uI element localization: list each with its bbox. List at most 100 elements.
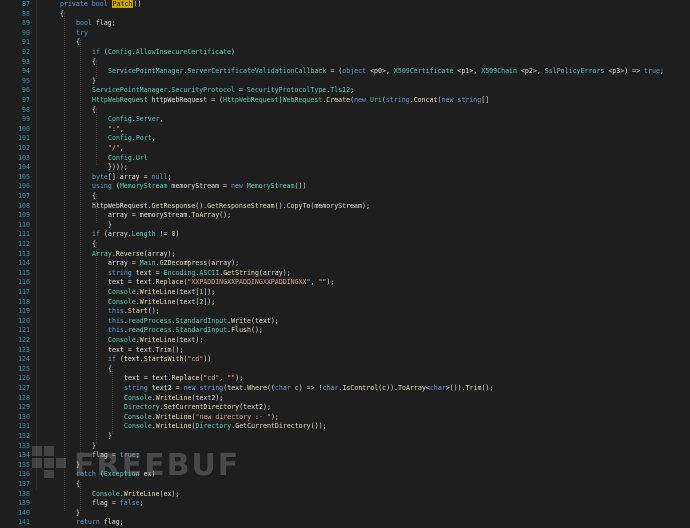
code-token: = ( xyxy=(326,67,343,76)
line-number: 135 xyxy=(18,460,30,469)
code-token: SecurityProtocolType xyxy=(246,86,327,95)
code-token: Console xyxy=(124,422,152,431)
code-line: 134 flag = true; xyxy=(0,451,690,461)
code-line: 90 try xyxy=(0,29,690,39)
code-token: text = text. xyxy=(108,278,156,287)
code-token: readProcess xyxy=(127,316,172,325)
code-token: return xyxy=(76,518,104,527)
code-token: HttpWebRequest xyxy=(223,96,279,104)
code-token: Config xyxy=(108,115,132,124)
code-text: string text2 = new string(text.Where((ch… xyxy=(124,384,493,394)
line-number: 139 xyxy=(18,499,30,508)
code-token: Exception xyxy=(103,470,144,479)
code-token: ServicePointManager xyxy=(92,86,168,95)
code-token: (); xyxy=(171,345,184,354)
code-token: (memoryStream); xyxy=(310,201,370,210)
line-number: 130 xyxy=(18,412,30,421)
code-token: Tls12 xyxy=(330,86,351,95)
code-line: 106 using (MemoryStream memoryStream = ne… xyxy=(0,182,690,192)
code-token: Flush xyxy=(231,326,251,335)
code-token: flag; xyxy=(103,518,124,527)
code-token: Main xyxy=(139,259,156,268)
indent-guide xyxy=(96,242,97,444)
code-line: 108 httpWebRequest.GetResponse().GetRespo… xyxy=(0,202,690,212)
code-token: WriteLine xyxy=(155,412,192,421)
code-token: WriteLine xyxy=(139,336,176,344)
code-token: string xyxy=(385,96,410,104)
code-token: SecurityProtocol xyxy=(171,86,235,95)
code-token: Url xyxy=(135,153,148,162)
line-number: 114 xyxy=(18,259,30,268)
code-text: Console.WriteLine(ex); xyxy=(92,490,179,500)
line-number: 127 xyxy=(18,384,30,392)
code-token: ; xyxy=(350,86,355,95)
code-token: GetResponseStream xyxy=(207,201,275,210)
code-token: object xyxy=(342,67,371,76)
code-line: 138 Console.WriteLine(ex); xyxy=(0,490,690,500)
code-token: Console xyxy=(108,297,136,306)
code-text: byte[] array = null; xyxy=(92,173,171,183)
line-number: 110 xyxy=(18,220,30,229)
code-token: Console xyxy=(124,393,152,402)
line-number: 141 xyxy=(18,518,30,527)
highlighted-token: Patch xyxy=(111,0,134,8)
code-editor[interactable]: 87 private bool Patch() 88{89 bool flag; 90 t… xyxy=(0,0,690,526)
code-token: HttpWebRequest xyxy=(92,96,152,104)
line-number: 140 xyxy=(18,508,30,517)
code-token: (array); xyxy=(258,268,291,277)
code-text: if (text.StartsWith("cd")) xyxy=(108,355,211,365)
code-line: 94 ServicePointManager.ServerCertificateV… xyxy=(0,67,690,77)
line-number: 122 xyxy=(18,336,30,344)
code-token: != xyxy=(155,230,172,239)
code-line: 141 return flag; xyxy=(0,518,690,528)
code-line: 105 byte[] array = null; xyxy=(0,173,690,183)
line-number: 131 xyxy=(18,422,30,431)
code-line: 88{ xyxy=(0,10,690,20)
code-token: SetCurrentDirectory xyxy=(163,403,240,412)
code-line: 102 "/", xyxy=(0,144,690,154)
code-line: 104}))); xyxy=(0,163,690,173)
code-token: ServerCertificateValidationCallback xyxy=(187,67,327,76)
line-number: 137 xyxy=(18,480,30,488)
line-number: 98 xyxy=(22,105,30,114)
code-token: "XXPADDINGXXPADDINGXXPADDINGXX" xyxy=(187,278,311,287)
code-token: Config xyxy=(107,48,132,56)
line-number: 119 xyxy=(18,307,30,316)
line-number: 91 xyxy=(22,38,30,47)
code-line: 92 if (Config.AllowInsecureCertificate) xyxy=(0,48,690,58)
code-token: Array xyxy=(92,249,112,258)
code-token: (); xyxy=(481,384,494,392)
code-token: byte xyxy=(92,172,108,181)
code-token: , xyxy=(119,144,124,152)
code-token: text = xyxy=(135,268,164,277)
code-text: text = text.Replace("XXPADDINGXXPADDINGX… xyxy=(108,278,334,288)
code-token: new xyxy=(230,182,247,191)
line-number: 89 xyxy=(22,19,30,28)
code-line: 117 Console.WriteLine(text[1]); xyxy=(0,288,690,298)
line-number: 133 xyxy=(18,441,30,450)
code-token: , xyxy=(159,115,164,124)
code-token: ()) xyxy=(294,182,307,191)
code-token: Uri xyxy=(369,96,382,104)
line-number: 116 xyxy=(18,278,30,287)
code-token: (text. xyxy=(119,355,144,364)
code-token: flag; xyxy=(95,19,116,28)
code-token: (text2); xyxy=(239,403,271,412)
code-token: array = xyxy=(108,259,140,268)
code-token: GZDecompress xyxy=(159,259,208,268)
code-line: 96 ServicePointManager.SecurityProtocol =… xyxy=(0,86,690,96)
code-token: if xyxy=(92,230,104,239)
code-token: ); xyxy=(326,278,335,287)
code-token: char xyxy=(322,384,339,392)
code-token: [] xyxy=(481,96,490,104)
line-number: 123 xyxy=(18,345,30,354)
code-token: new xyxy=(354,96,370,104)
line-number: 124 xyxy=(18,355,30,364)
code-text: array = memoryStream.ToArray(); xyxy=(108,211,231,221)
code-text: array = Main.GZDecompress(array); xyxy=(108,259,239,269)
code-token: MemoryStream xyxy=(119,182,172,191)
line-number: 94 xyxy=(22,67,30,76)
code-token: Directory xyxy=(124,403,160,412)
code-token: StandardInput xyxy=(175,326,228,335)
code-text: ServicePointManager.SecurityProtocol = S… xyxy=(92,86,354,96)
